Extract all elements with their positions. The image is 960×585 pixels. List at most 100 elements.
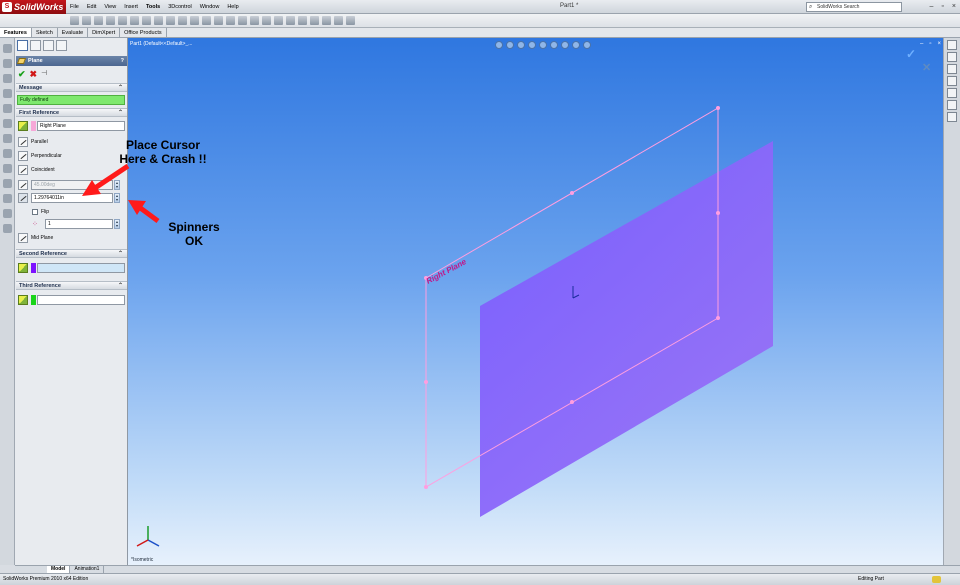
section-third-reference[interactable]: Third Reference ⌃ — [16, 281, 127, 290]
curves-icon[interactable] — [334, 16, 343, 25]
collapse-icon[interactable]: ⌃ — [118, 282, 123, 290]
close-icon[interactable]: × — [952, 3, 956, 10]
pattern-tool-icon[interactable] — [3, 224, 12, 233]
plane-handle[interactable] — [570, 191, 574, 195]
chamfer-icon[interactable] — [226, 16, 235, 25]
angle-spinner[interactable]: ▴ ▾ — [114, 180, 120, 190]
rectangle-tool-icon[interactable] — [3, 74, 12, 83]
file-explorer-icon[interactable] — [947, 64, 957, 74]
dimension-tool-icon[interactable] — [3, 179, 12, 188]
property-manager-tab-icon[interactable] — [30, 40, 41, 51]
pattern-icon[interactable] — [310, 16, 319, 25]
collapse-icon[interactable]: ⌃ — [118, 250, 123, 258]
instances-input[interactable]: 1 — [45, 219, 113, 229]
plane-handle[interactable] — [424, 380, 428, 384]
tab-animation[interactable]: Animation1 — [70, 566, 105, 573]
distance-icon[interactable] — [18, 193, 28, 203]
point-tool-icon[interactable] — [3, 134, 12, 143]
menu-3dcontrol[interactable]: 3Dcontrol — [168, 4, 192, 10]
solidworks-logo[interactable]: S SolidWorks — [0, 0, 66, 14]
fillet-icon[interactable] — [214, 16, 223, 25]
sketch-tool-icon[interactable] — [3, 44, 12, 53]
menu-window[interactable]: Window — [200, 4, 220, 10]
section-second-reference[interactable]: Second Reference ⌃ — [16, 249, 127, 258]
rib-icon[interactable] — [250, 16, 259, 25]
line-tool-icon[interactable] — [3, 59, 12, 68]
menu-view[interactable]: View — [104, 4, 116, 10]
appearances-icon[interactable] — [947, 100, 957, 110]
wrap-icon[interactable] — [274, 16, 283, 25]
flip-checkbox[interactable] — [32, 209, 38, 215]
save-icon[interactable] — [94, 16, 103, 25]
trim-tool-icon[interactable] — [3, 149, 12, 158]
menu-edit[interactable]: Edit — [87, 4, 96, 10]
shell-icon[interactable] — [238, 16, 247, 25]
minimize-icon[interactable]: – — [930, 3, 934, 10]
plane-handle[interactable] — [570, 400, 574, 404]
custom-properties-icon[interactable] — [947, 112, 957, 122]
parallel-icon[interactable] — [18, 137, 28, 147]
configuration-manager-tab-icon[interactable] — [43, 40, 54, 51]
search-box[interactable]: ⌕ SolidWorks Search — [806, 2, 902, 12]
instances-spinner[interactable]: ▴ ▾ — [114, 219, 120, 229]
new-plane-preview[interactable] — [480, 141, 773, 517]
section-first-reference[interactable]: First Reference ⌃ — [16, 108, 127, 117]
tab-dimxpert[interactable]: DimXpert — [88, 28, 121, 37]
plane-handle[interactable] — [424, 485, 428, 489]
pushpin-icon[interactable]: ⊣ — [41, 69, 47, 79]
option-coincident[interactable]: Coincident — [18, 164, 55, 176]
collapse-icon[interactable]: ⌃ — [118, 109, 123, 117]
view-palette-icon[interactable] — [947, 88, 957, 98]
coincident-icon[interactable] — [18, 165, 28, 175]
offset-tool-icon[interactable] — [3, 164, 12, 173]
design-library-icon[interactable] — [947, 52, 957, 62]
distance-spinner[interactable]: ▴ ▾ — [114, 193, 120, 203]
dome-icon[interactable] — [286, 16, 295, 25]
angle-input[interactable]: 45.00deg — [31, 180, 113, 190]
restore-icon[interactable]: ▫ — [941, 3, 943, 10]
help-button[interactable]: ? — [121, 56, 124, 66]
search-results-icon[interactable] — [947, 76, 957, 86]
perpendicular-icon[interactable] — [18, 151, 28, 161]
option-perpendicular[interactable]: Perpendicular — [18, 150, 62, 162]
plane-handle[interactable] — [716, 316, 720, 320]
circle-tool-icon[interactable] — [3, 89, 12, 98]
menu-file[interactable]: File — [70, 4, 79, 10]
reference-geometry-icon[interactable] — [322, 16, 331, 25]
angle-icon[interactable] — [18, 180, 28, 190]
menu-help[interactable]: Help — [227, 4, 238, 10]
feature-manager-tab-icon[interactable] — [17, 40, 28, 51]
ok-check-icon[interactable]: ✔ — [18, 69, 26, 79]
tab-sketch[interactable]: Sketch — [31, 28, 58, 37]
option-parallel[interactable]: Parallel — [18, 136, 48, 148]
quick-tips-icon[interactable] — [932, 576, 941, 583]
sweep-icon[interactable] — [190, 16, 199, 25]
collapse-icon[interactable]: ⌃ — [118, 84, 123, 92]
loft-icon[interactable] — [202, 16, 211, 25]
mid-plane-row[interactable]: Mid Plane — [18, 232, 53, 244]
arc-tool-icon[interactable] — [3, 104, 12, 113]
mirror-tool-icon[interactable] — [3, 209, 12, 218]
plane-handle[interactable] — [716, 211, 720, 215]
solidworks-resources-icon[interactable] — [947, 40, 957, 50]
new-icon[interactable] — [70, 16, 79, 25]
menu-insert[interactable]: Insert — [124, 4, 138, 10]
draft-icon[interactable] — [262, 16, 271, 25]
tab-evaluate[interactable]: Evaluate — [57, 28, 89, 37]
second-ref-selection-field[interactable] — [37, 263, 125, 273]
section-message[interactable]: Message ⌃ — [16, 83, 127, 92]
cancel-x-icon[interactable]: ✖ — [30, 69, 38, 79]
tab-features[interactable]: Features — [0, 28, 32, 37]
menu-tools[interactable]: Tools — [146, 4, 160, 10]
dimxpert-manager-tab-icon[interactable] — [56, 40, 67, 51]
tab-office-products[interactable]: Office Products — [120, 28, 167, 37]
flip-row[interactable]: Flip — [32, 206, 49, 218]
select-icon[interactable] — [130, 16, 139, 25]
distance-input[interactable]: 1.29764011in — [31, 193, 113, 203]
revolve-icon[interactable] — [178, 16, 187, 25]
plane-handle[interactable] — [716, 106, 720, 110]
mid-plane-icon[interactable] — [18, 233, 28, 243]
print-icon[interactable] — [106, 16, 115, 25]
instant3d-icon[interactable] — [346, 16, 355, 25]
spline-tool-icon[interactable] — [3, 119, 12, 128]
